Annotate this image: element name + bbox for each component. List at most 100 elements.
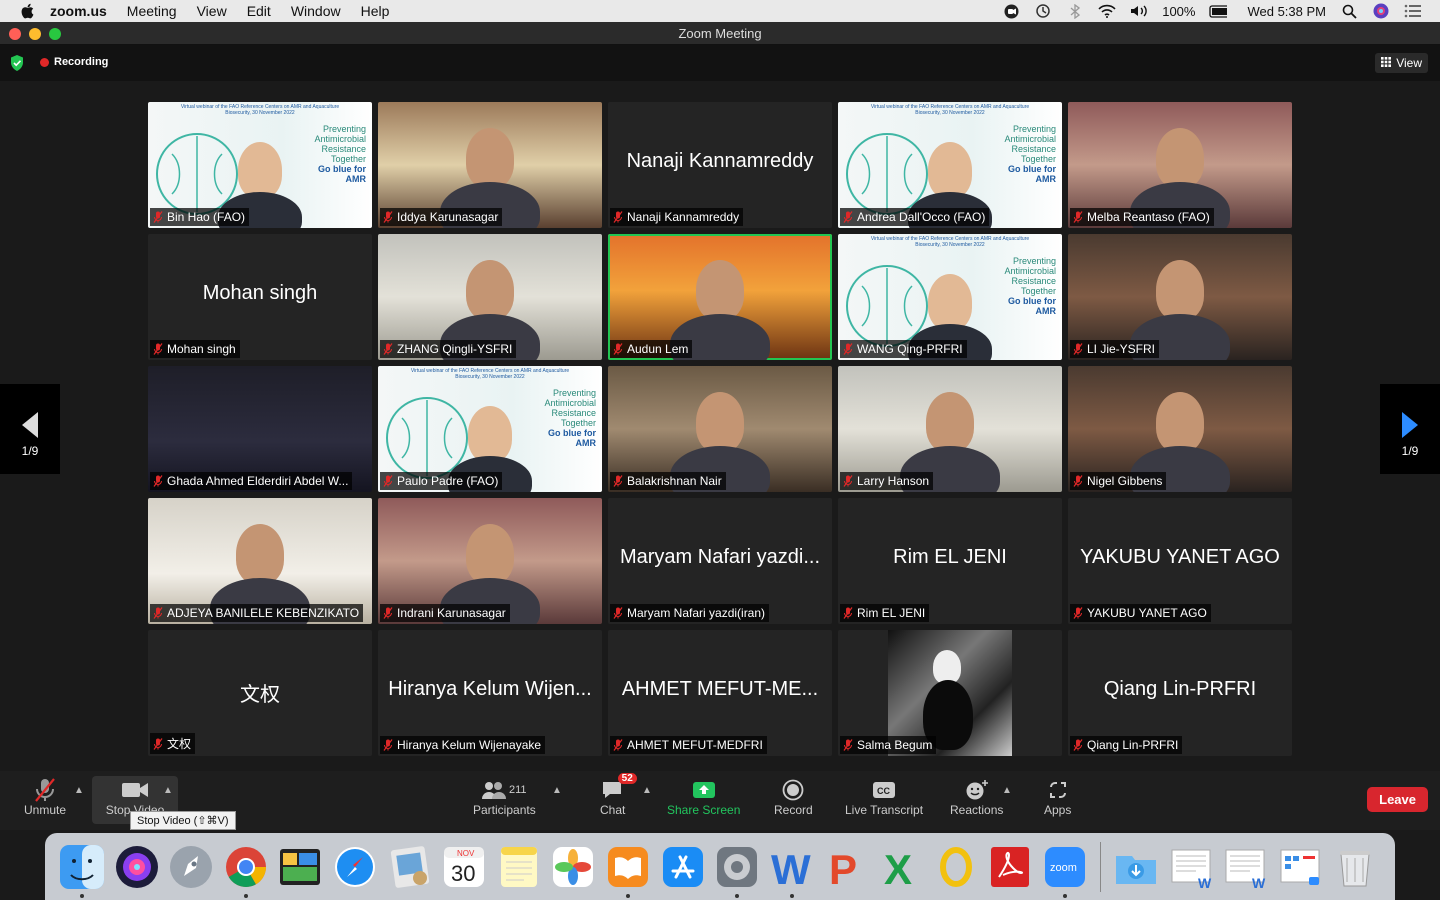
chat-button[interactable]: 52 Chat	[600, 773, 637, 817]
excel-icon[interactable]: X	[874, 840, 928, 894]
chrome-icon[interactable]	[219, 840, 273, 898]
audio-options-caret-icon[interactable]: ▲	[74, 785, 84, 796]
photos-icon[interactable]	[546, 840, 600, 894]
participant-tile[interactable]: Iddya Karunasagar	[378, 102, 602, 228]
outlook-icon[interactable]	[929, 840, 983, 894]
reactions-button[interactable]: Reactions	[950, 777, 1003, 817]
zoom-status-icon[interactable]	[1002, 4, 1020, 18]
record-button[interactable]: Record	[774, 777, 813, 817]
clock[interactable]: Wed 5:38 PM	[1247, 4, 1326, 19]
recent-zoom-window-icon[interactable]	[1273, 840, 1327, 894]
participants-button[interactable]: 211 Participants	[473, 777, 536, 817]
finder-icon[interactable]	[55, 840, 109, 898]
macos-dock: NOV 30 W P X zoom W W	[45, 833, 1395, 900]
wifi-icon[interactable]	[1098, 4, 1116, 18]
powerpoint-icon[interactable]: P	[819, 840, 873, 894]
previous-page-button[interactable]: 1/9	[0, 384, 60, 474]
time-machine-icon[interactable]	[1034, 4, 1052, 18]
participant-tile[interactable]: Salma Begum	[838, 630, 1062, 756]
bluetooth-icon[interactable]	[1066, 3, 1084, 19]
recent-document-1-icon[interactable]: W	[1164, 840, 1218, 894]
system-preferences-icon[interactable]	[710, 840, 764, 898]
unmute-button[interactable]: Unmute	[24, 777, 66, 817]
participant-tile[interactable]: Maryam Nafari yazdi... Maryam Nafari yazd…	[608, 498, 832, 624]
downloads-folder-icon[interactable]	[1109, 840, 1163, 894]
participants-caret-icon[interactable]: ▲	[552, 785, 562, 796]
recent-document-2-icon[interactable]: W	[1218, 840, 1272, 894]
chat-caret-icon[interactable]: ▲	[642, 785, 652, 796]
close-window-button[interactable]	[9, 28, 21, 40]
dashboard-window-icon[interactable]	[273, 840, 327, 894]
share-screen-label: Share Screen	[667, 803, 741, 817]
participant-tile[interactable]: Balakrishnan Nair	[608, 366, 832, 492]
participant-tile[interactable]: ZHANG Qingli-YSFRI	[378, 234, 602, 360]
siri-app-icon[interactable]	[110, 840, 164, 894]
muted-mic-icon	[383, 343, 393, 355]
participant-tile[interactable]: Nanaji Kannamreddy Nanaji Kannamreddy	[608, 102, 832, 228]
view-button[interactable]: View	[1375, 53, 1428, 73]
video-options-caret-icon[interactable]: ▲	[163, 785, 173, 796]
participant-tile[interactable]: Virtual webinar of the FAO Reference Cen…	[148, 102, 372, 228]
muted-mic-icon	[383, 475, 393, 487]
trash-icon[interactable]	[1328, 840, 1382, 894]
unmute-label: Unmute	[24, 803, 67, 817]
live-transcript-label: Live Transcript	[845, 803, 924, 817]
siri-icon[interactable]	[1372, 3, 1390, 19]
preview-app-icon[interactable]	[383, 840, 437, 894]
battery-icon[interactable]	[1209, 4, 1228, 18]
participant-tile[interactable]: Nigel Gibbens	[1068, 366, 1292, 492]
volume-icon[interactable]	[1130, 4, 1148, 18]
leave-button[interactable]: Leave	[1367, 787, 1428, 812]
acrobat-icon[interactable]	[983, 840, 1037, 894]
word-icon[interactable]: W	[765, 840, 819, 898]
participant-tile[interactable]: Audun Lem	[608, 234, 832, 360]
participant-tile[interactable]: Larry Hanson	[838, 366, 1062, 492]
menu-meeting[interactable]: Meeting	[127, 3, 177, 19]
next-page-button[interactable]: 1/9	[1380, 384, 1440, 474]
participant-tile[interactable]: Virtual webinar of the FAO Reference Cen…	[378, 366, 602, 492]
live-transcript-button[interactable]: CC Live Transcript	[845, 777, 923, 817]
participant-tile[interactable]: ADJEYA BANILELE KEBENZIKATO	[148, 498, 372, 624]
participant-tile[interactable]: AHMET MEFUT-ME... AHMET MEFUT-MEDFRI	[608, 630, 832, 756]
share-screen-button[interactable]: Share Screen	[667, 777, 740, 817]
menu-view[interactable]: View	[197, 3, 227, 19]
reactions-caret-icon[interactable]: ▲	[1002, 785, 1012, 796]
participant-tile[interactable]: Rim EL JENI Rim EL JENI	[838, 498, 1062, 624]
zoom-window-button[interactable]	[49, 28, 61, 40]
participant-tile[interactable]: Virtual webinar of the FAO Reference Cen…	[838, 234, 1062, 360]
app-store-icon[interactable]	[656, 840, 710, 894]
books-icon[interactable]	[601, 840, 655, 898]
participant-tile[interactable]: LI Jie-YSFRI	[1068, 234, 1292, 360]
menu-edit[interactable]: Edit	[247, 3, 271, 19]
menu-app-name[interactable]: zoom.us	[50, 3, 107, 19]
participant-tile[interactable]: Indrani Karunasagar	[378, 498, 602, 624]
menu-help[interactable]: Help	[361, 3, 390, 19]
minimize-window-button[interactable]	[29, 28, 41, 40]
recording-indicator[interactable]: Recording	[40, 56, 108, 68]
spotlight-search-icon[interactable]	[1340, 4, 1358, 19]
apple-menu-icon[interactable]	[20, 3, 36, 19]
zoom-app-icon[interactable]: zoom	[1038, 840, 1092, 898]
participant-name-label: 文权	[150, 733, 196, 754]
notification-center-icon[interactable]	[1404, 4, 1422, 18]
menu-window[interactable]: Window	[291, 3, 341, 19]
muted-mic-icon	[1073, 607, 1083, 619]
participant-tile[interactable]: Virtual webinar of the FAO Reference Cen…	[838, 102, 1062, 228]
svg-text:CC: CC	[877, 786, 890, 796]
participant-tile[interactable]: Qiang Lin-PRFRI Qiang Lin-PRFRI	[1068, 630, 1292, 756]
svg-text:P: P	[829, 846, 857, 890]
participant-tile[interactable]: Ghada Ahmed Elderdiri Abdel W...	[148, 366, 372, 492]
participant-tile[interactable]: Hiranya Kelum Wijen... Hiranya Kelum Wije…	[378, 630, 602, 756]
participant-tile[interactable]: YAKUBU YANET AGO YAKUBU YANET AGO	[1068, 498, 1292, 624]
security-shield-icon[interactable]	[10, 55, 24, 71]
calendar-icon[interactable]: NOV 30	[437, 840, 491, 894]
launchpad-icon[interactable]	[164, 840, 218, 894]
notes-icon[interactable]	[492, 840, 546, 894]
participant-name-label: Salma Begum	[840, 736, 937, 754]
apps-button[interactable]: Apps	[1044, 777, 1071, 817]
safari-icon[interactable]	[328, 840, 382, 894]
participant-tile[interactable]: 文权 文权	[148, 630, 372, 756]
participant-tile[interactable]: Melba Reantaso (FAO)	[1068, 102, 1292, 228]
participant-tile[interactable]: Mohan singh Mohan singh	[148, 234, 372, 360]
participant-display-name: Hiranya Kelum Wijen...	[388, 678, 592, 700]
